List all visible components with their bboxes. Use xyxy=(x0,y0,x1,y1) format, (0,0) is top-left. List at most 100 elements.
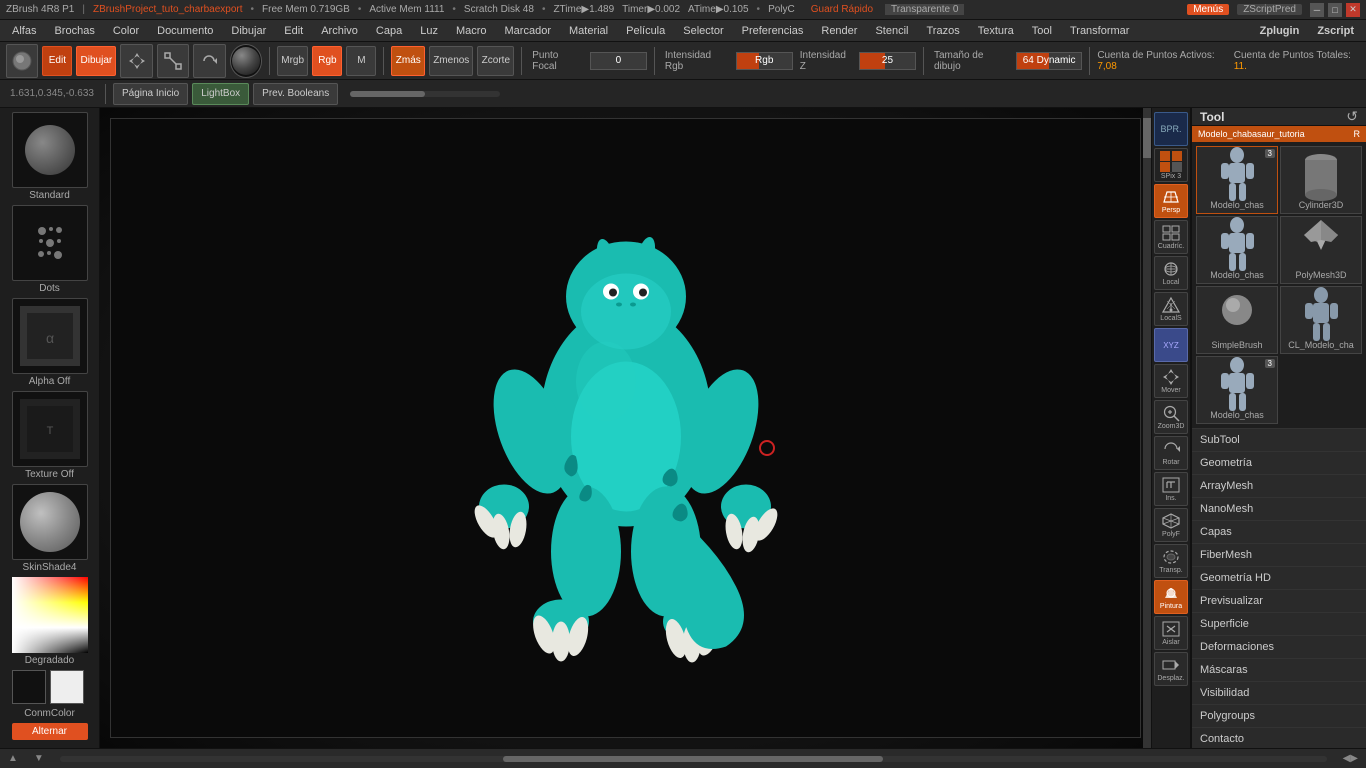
white-swatch[interactable] xyxy=(50,670,84,704)
ins-button[interactable]: Ins. xyxy=(1154,472,1188,506)
pagina-inicio-button[interactable]: Página Inicio xyxy=(113,83,188,105)
xyz-button[interactable]: XYZ xyxy=(1154,328,1188,362)
zoom3d-button[interactable]: Zoom3D xyxy=(1154,400,1188,434)
brush-icon-btn[interactable] xyxy=(6,44,38,78)
transp-button[interactable]: Transp. xyxy=(1154,544,1188,578)
spix-button[interactable]: SPix 3 xyxy=(1154,148,1188,182)
fibermesh-header[interactable]: FiberMesh xyxy=(1192,544,1366,566)
maximize-button[interactable]: □ xyxy=(1328,3,1342,17)
zscriptpred-btn[interactable]: ZScriptPred xyxy=(1237,4,1302,15)
geometriahd-header[interactable]: Geometría HD xyxy=(1192,567,1366,589)
contacto-header[interactable]: Contacto xyxy=(1192,728,1366,748)
lightbox-button[interactable]: LightBox xyxy=(192,83,249,105)
menu-edit[interactable]: Edit xyxy=(276,23,311,39)
menu-archivo[interactable]: Archivo xyxy=(313,23,366,39)
bpr-button[interactable]: BPR. xyxy=(1154,112,1188,146)
polyf-button[interactable]: PolyF xyxy=(1154,508,1188,542)
tool-item-polymesh[interactable]: PolyMesh3D xyxy=(1280,216,1362,284)
menu-material[interactable]: Material xyxy=(561,23,616,39)
deformaciones-header[interactable]: Deformaciones xyxy=(1192,636,1366,658)
escalar-button[interactable] xyxy=(157,44,189,78)
menu-preferencias[interactable]: Preferencias xyxy=(734,23,812,39)
mover-toolbar-button[interactable] xyxy=(120,44,152,78)
previsualizar-header[interactable]: Previsualizar xyxy=(1192,590,1366,612)
tool-item-cylinder[interactable]: Cylinder3D xyxy=(1280,146,1362,214)
mover-icon-button[interactable]: Mover xyxy=(1154,364,1188,398)
close-button[interactable]: ✕ xyxy=(1346,3,1360,17)
arraymesh-header[interactable]: ArrayMesh xyxy=(1192,475,1366,497)
black-swatch[interactable] xyxy=(12,670,46,704)
prev-booleans-button[interactable]: Prev. Booleans xyxy=(253,83,338,105)
zmenos-button[interactable]: Zmenos xyxy=(429,46,473,76)
capas-header[interactable]: Capas xyxy=(1192,521,1366,543)
menu-trazos[interactable]: Trazos xyxy=(918,23,967,39)
tool-item-modelo2[interactable]: Modelo_chas xyxy=(1196,216,1278,284)
edit-button[interactable]: Edit xyxy=(42,46,72,76)
pintura-button[interactable]: Pintura xyxy=(1154,580,1188,614)
persp-button[interactable]: Persp xyxy=(1154,184,1188,218)
mrgb-button[interactable]: Mrgb xyxy=(277,46,309,76)
texture-off-item[interactable]: T Texture Off xyxy=(5,391,95,480)
standard-brush-item[interactable]: Standard xyxy=(5,112,95,201)
locals-button[interactable]: LocalS xyxy=(1154,292,1188,326)
tool-item-modelo3[interactable]: 3 Modelo_chas xyxy=(1196,356,1278,424)
rotar-icon-button[interactable]: Rotar xyxy=(1154,436,1188,470)
dots-brush-item[interactable]: Dots xyxy=(5,205,95,294)
menu-alfas[interactable]: Alfas xyxy=(4,23,44,39)
menu-transformar[interactable]: Transformar xyxy=(1062,23,1138,39)
m-button[interactable]: M xyxy=(346,46,376,76)
menu-render[interactable]: Render xyxy=(813,23,865,39)
menu-marcador[interactable]: Marcador xyxy=(497,23,559,39)
menu-textura[interactable]: Textura xyxy=(970,23,1022,39)
menus-btn[interactable]: Menús xyxy=(1187,4,1229,15)
menu-zscript[interactable]: Zscript xyxy=(1309,23,1362,39)
menu-color[interactable]: Color xyxy=(105,23,147,39)
material-sphere[interactable] xyxy=(230,44,262,78)
status-up-arrow[interactable]: ▲ xyxy=(8,753,18,764)
menu-macro[interactable]: Macro xyxy=(448,23,495,39)
desplaz-button[interactable]: Desplaz. xyxy=(1154,652,1188,686)
intensidad-z-slider[interactable]: 25 xyxy=(859,52,916,70)
menu-dibujar[interactable]: Dibujar xyxy=(223,23,274,39)
alpha-off-item[interactable]: α Alpha Off xyxy=(5,298,95,387)
alternar-button[interactable]: Alternar xyxy=(12,723,88,740)
canvas-area[interactable] xyxy=(100,108,1151,748)
cuadricula-button[interactable]: Cuadríc. xyxy=(1154,220,1188,254)
menu-documento[interactable]: Documento xyxy=(149,23,221,39)
menu-stencil[interactable]: Stencil xyxy=(867,23,916,39)
punto-focal-slider[interactable]: 0 xyxy=(590,52,647,70)
geometria-header[interactable]: Geometría xyxy=(1192,452,1366,474)
menu-zplugin[interactable]: Zplugin xyxy=(1252,23,1308,39)
rgb-button[interactable]: Rgb xyxy=(312,46,342,76)
status-down-arrow[interactable]: ▼ xyxy=(34,753,44,764)
mascaras-header[interactable]: Máscaras xyxy=(1192,659,1366,681)
zcorte-button[interactable]: Zcorte xyxy=(477,46,514,76)
status-nav[interactable]: ◀▶ xyxy=(1343,753,1358,764)
menu-luz[interactable]: Luz xyxy=(412,23,446,39)
polygroups-header[interactable]: Polygroups xyxy=(1192,705,1366,727)
aislar-button[interactable]: Aislar xyxy=(1154,616,1188,650)
dibujar-button[interactable]: Dibujar xyxy=(76,46,116,76)
tamanio-slider[interactable]: 64 Dynamic xyxy=(1016,52,1083,70)
menu-capa[interactable]: Capa xyxy=(368,23,410,39)
status-scrollbar[interactable] xyxy=(60,756,1327,762)
menu-selector[interactable]: Selector xyxy=(675,23,731,39)
zmas-button[interactable]: Zmás xyxy=(391,46,425,76)
refresh-button[interactable]: ↺ xyxy=(1346,108,1358,125)
menu-tool[interactable]: Tool xyxy=(1024,23,1060,39)
intensidad-rgb-slider[interactable]: Rgb xyxy=(736,52,793,70)
color-picker[interactable]: Degradado xyxy=(5,577,95,666)
nanomesh-header[interactable]: NanoMesh xyxy=(1192,498,1366,520)
visibilidad-header[interactable]: Visibilidad xyxy=(1192,682,1366,704)
lightbox-slider[interactable] xyxy=(350,91,500,97)
local-button[interactable]: Local xyxy=(1154,256,1188,290)
menu-brochas[interactable]: Brochas xyxy=(46,23,102,39)
canvas-scroll[interactable] xyxy=(1143,108,1151,748)
superficie-header[interactable]: Superficie xyxy=(1192,613,1366,635)
tool-item-modelo1[interactable]: 3 Modelo_chas xyxy=(1196,146,1278,214)
menu-pelicula[interactable]: Película xyxy=(618,23,673,39)
rotar-button[interactable] xyxy=(193,44,225,78)
minimize-button[interactable]: ─ xyxy=(1310,3,1324,17)
tool-item-clmodelo[interactable]: CL_Modelo_cha xyxy=(1280,286,1362,354)
skinshade-item[interactable]: SkinShade4 xyxy=(5,484,95,573)
